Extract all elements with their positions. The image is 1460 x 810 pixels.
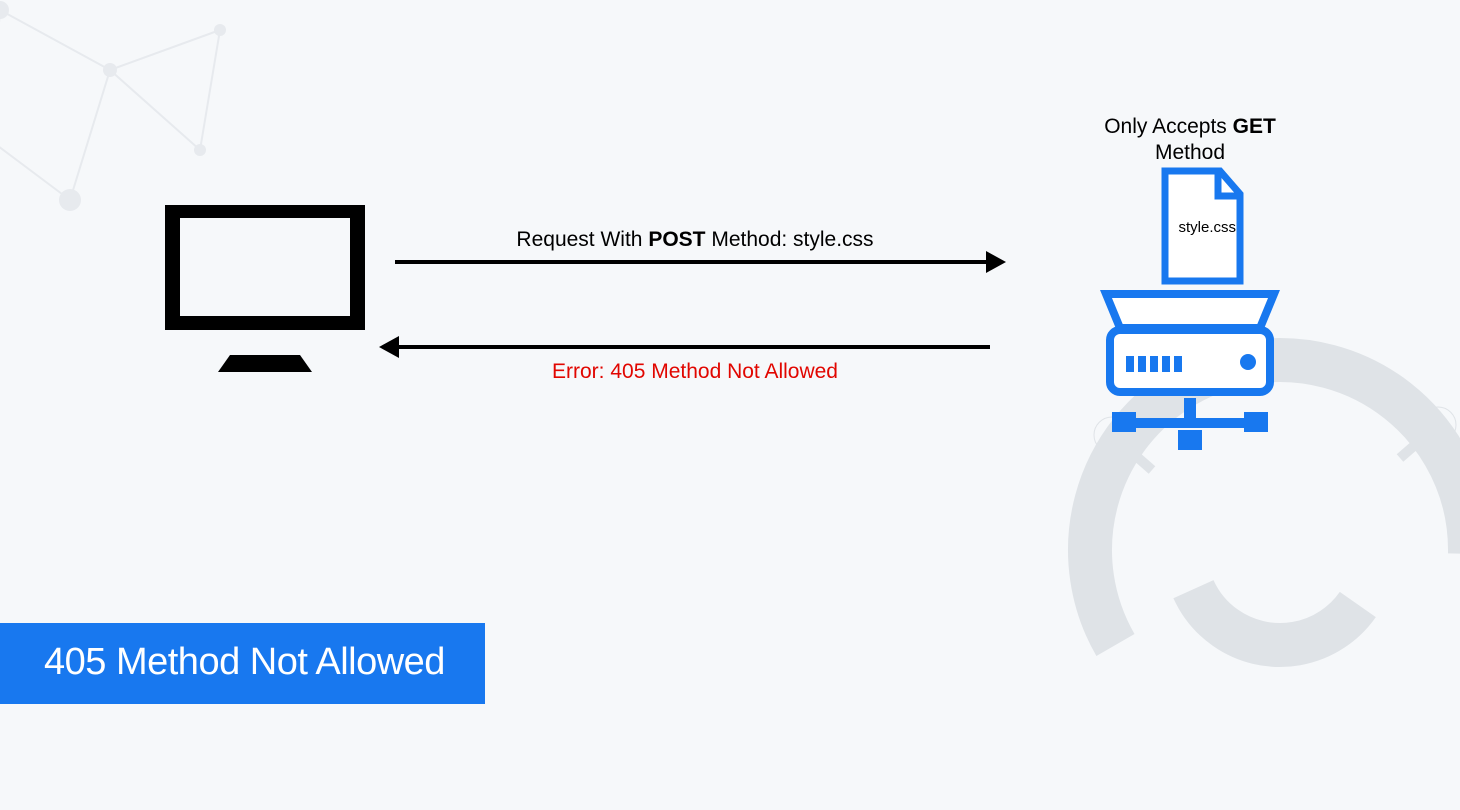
title-bar: 405 Method Not Allowed	[0, 623, 485, 704]
server-caption-bold: GET	[1233, 115, 1276, 138]
diagram: Request With POST Method: style.css Erro…	[140, 120, 1260, 500]
response-arrow-head	[379, 336, 399, 358]
server-caption-suffix: Method	[1155, 141, 1225, 164]
request-prefix: Request With	[516, 228, 648, 251]
request-bold: POST	[648, 228, 705, 251]
server-icon	[1090, 280, 1290, 460]
server-caption-prefix: Only Accepts	[1104, 115, 1232, 138]
server-caption: Only Accepts GET Method	[1080, 114, 1300, 166]
error-label: Error: 405 Method Not Allowed	[395, 360, 995, 384]
request-arrow	[395, 260, 990, 264]
file-name-label: style.css	[1178, 219, 1236, 236]
response-arrow	[395, 345, 990, 349]
request-suffix: Method: style.css	[706, 228, 874, 251]
request-label: Request With POST Method: style.css	[395, 228, 995, 252]
request-arrow-head	[986, 251, 1006, 273]
monitor-icon	[160, 200, 370, 400]
